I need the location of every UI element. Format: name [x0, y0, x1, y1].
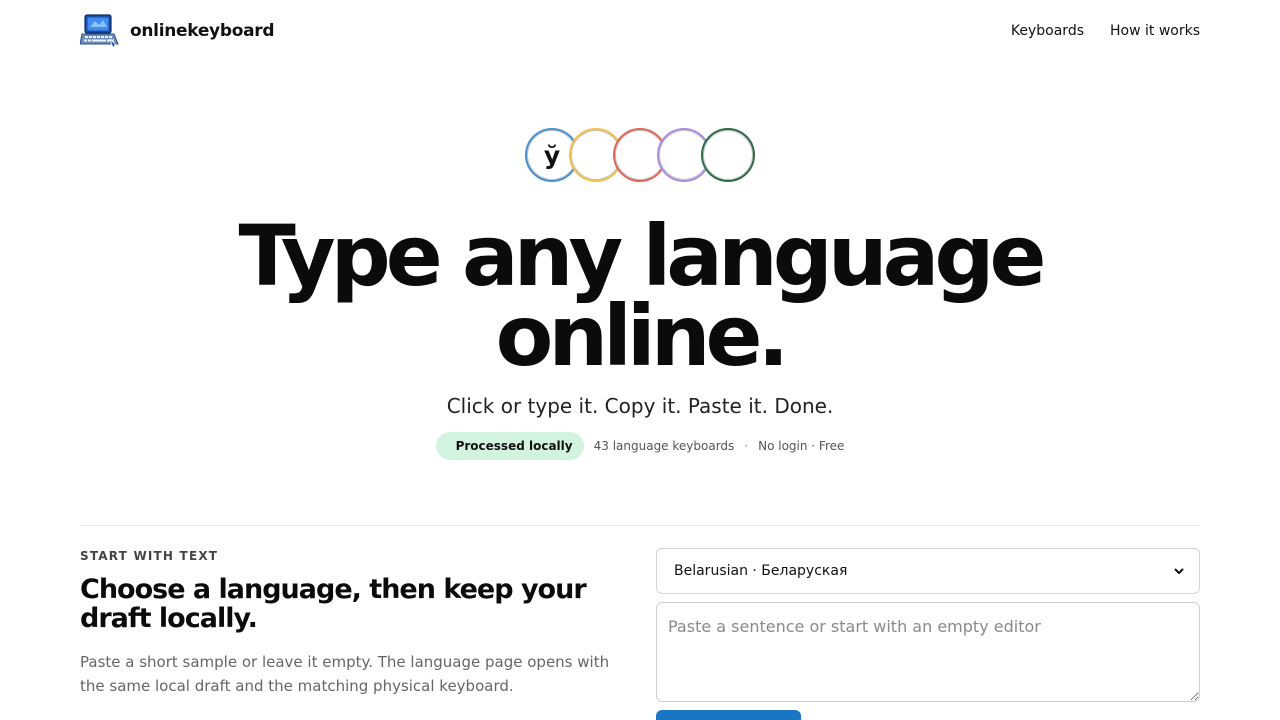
section-description: Paste a short sample or leave it empty. …	[80, 653, 610, 695]
open-keyboard-button[interactable]	[656, 710, 801, 720]
section-divider	[80, 525, 1200, 526]
nav-link-keyboards[interactable]: Keyboards	[1011, 23, 1084, 39]
language-select[interactable]: Belarusian · Беларуская	[656, 548, 1200, 594]
section-title: Choose a language, then keep your draft …	[80, 574, 587, 634]
laptop-keyboard-logo-icon	[80, 14, 119, 49]
headline-line-2: online.	[495, 287, 790, 385]
keyboards-count: 43 language keyboards	[593, 439, 735, 453]
access-info: No login · Free	[758, 439, 845, 453]
brand-name: onlinekeyboard	[130, 21, 275, 41]
nav-link-how-it-works[interactable]: How it works	[1110, 23, 1200, 39]
draft-editor[interactable]	[656, 602, 1200, 702]
hero-meta: Processed locally 43 language keyboards …	[0, 432, 1280, 460]
hero-subline: Click or type it. Copy it. Paste it. Don…	[446, 394, 834, 418]
section-eyebrow: START WITH TEXT	[80, 549, 219, 563]
chevron-down-icon	[1174, 568, 1184, 574]
hero: ў Type any language online. Click or typ…	[0, 128, 1280, 460]
page-title: Type any language online.	[0, 214, 1280, 378]
start-form: Belarusian · Беларуская	[656, 548, 1200, 720]
language-select-value: Belarusian · Беларуская	[674, 563, 848, 579]
nav-links: Keyboards How it works	[1011, 23, 1200, 39]
top-nav: onlinekeyboard Keyboards How it works	[80, 0, 1200, 62]
brand-link[interactable]: onlinekeyboard	[80, 13, 275, 49]
processed-locally-badge: Processed locally	[435, 432, 584, 460]
language-circle	[701, 128, 755, 182]
language-circles: ў	[0, 128, 1280, 186]
start-intro: START WITH TEXT Choose a language, then …	[80, 549, 620, 698]
meta-separator: ·	[744, 439, 749, 453]
